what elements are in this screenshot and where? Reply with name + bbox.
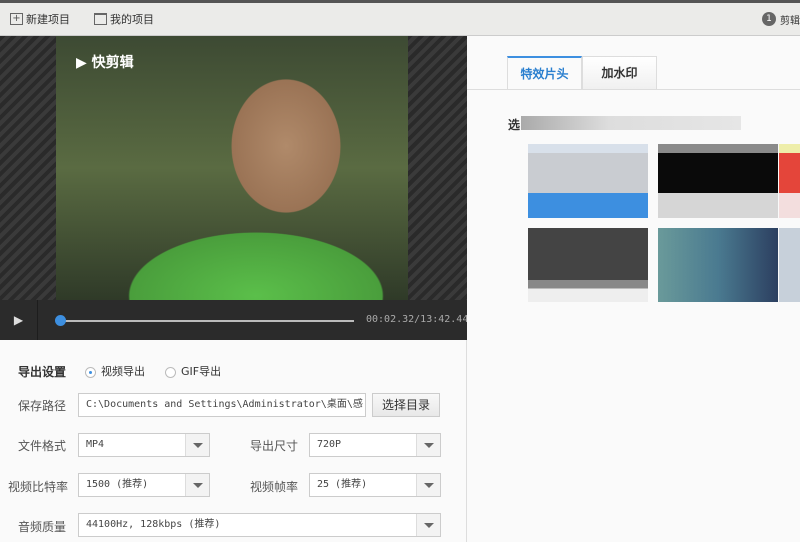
bitrate-value: 1500 (推荐)	[86, 479, 149, 490]
export-settings-title: 导出设置	[18, 365, 67, 379]
framerate-select[interactable]: 25 (推荐)	[309, 473, 441, 497]
seek-handle[interactable]	[55, 315, 66, 326]
size-value: 720P	[317, 439, 342, 450]
blurred-text	[521, 116, 741, 130]
size-label: 导出尺寸	[249, 439, 298, 453]
effects-panel: 特效片头 加水印 选	[467, 36, 800, 542]
watermark-logo: ▶ 快剪辑	[76, 55, 134, 71]
folder-icon	[94, 13, 107, 25]
template-thumbnail[interactable]	[658, 144, 778, 218]
new-project-label: 新建项目	[26, 13, 70, 26]
play-icon: ▶	[13, 313, 24, 327]
play-button[interactable]: ▶	[0, 300, 38, 340]
tab-divider	[467, 89, 800, 90]
tab-watermark[interactable]: 加水印	[582, 56, 657, 89]
step-indicator[interactable]: 1 剪辑	[762, 12, 800, 27]
radio-video-export[interactable]: 视频导出	[85, 363, 145, 379]
format-value: MP4	[86, 439, 105, 450]
template-thumbnail[interactable]	[528, 228, 648, 302]
bitrate-label: 视频比特率	[7, 480, 68, 494]
format-label: 文件格式	[17, 439, 66, 453]
time-display: 00:02.32/13:42.44	[366, 314, 469, 325]
radio-icon	[85, 366, 96, 378]
section-label: 选	[508, 118, 521, 132]
choose-directory-button[interactable]: 选择目录	[372, 393, 440, 417]
size-select[interactable]: 720P	[309, 433, 441, 457]
radio-icon	[165, 366, 176, 378]
audio-label: 音频质量	[17, 520, 66, 534]
tab-bar: 特效片头 加水印	[507, 56, 657, 89]
step-label: 剪辑	[780, 15, 800, 27]
radio-gif-export[interactable]: GIF导出	[165, 363, 221, 379]
tab-intro-effects[interactable]: 特效片头	[507, 56, 582, 89]
new-project-button[interactable]: + 新建项目	[10, 11, 70, 27]
template-thumbnail[interactable]	[528, 144, 648, 218]
chevron-down-icon[interactable]	[185, 474, 209, 496]
my-projects-label: 我的项目	[110, 13, 154, 26]
audio-select[interactable]: 44100Hz, 128kbps (推荐)	[78, 513, 441, 537]
toolbar: + 新建项目 我的项目 1 剪辑	[0, 0, 800, 36]
chevron-down-icon[interactable]	[185, 434, 209, 456]
step-badge: 1	[762, 12, 776, 26]
seek-bar[interactable]	[60, 320, 354, 322]
video-player: ▶ 快剪辑	[0, 36, 467, 300]
chevron-down-icon[interactable]	[416, 514, 440, 536]
video-frame[interactable]: ▶ 快剪辑	[56, 36, 408, 300]
logo-text: 快剪辑	[91, 55, 134, 71]
format-select[interactable]: MP4	[78, 433, 210, 457]
framerate-label: 视频帧率	[249, 480, 298, 494]
chevron-down-icon[interactable]	[416, 474, 440, 496]
export-settings: 导出设置 视频导出 GIF导出 保存路径 C:\Documents and Se…	[0, 340, 467, 542]
template-thumbnail[interactable]	[658, 228, 778, 302]
save-path-label: 保存路径	[17, 399, 66, 413]
radio-label: GIF导出	[181, 365, 222, 378]
bitrate-select[interactable]: 1500 (推荐)	[78, 473, 210, 497]
player-controls: ▶ 00:02.32/13:42.44	[0, 300, 469, 340]
template-thumbnail[interactable]	[779, 228, 800, 302]
chevron-down-icon[interactable]	[416, 434, 440, 456]
my-projects-button[interactable]: 我的项目	[94, 11, 154, 27]
save-path-input[interactable]: C:\Documents and Settings\Administrator\…	[78, 393, 366, 417]
framerate-value: 25 (推荐)	[317, 479, 368, 490]
plus-icon: +	[10, 13, 23, 25]
audio-value: 44100Hz, 128kbps (推荐)	[86, 519, 221, 530]
radio-label: 视频导出	[101, 365, 145, 378]
template-thumbnail[interactable]	[779, 144, 800, 218]
